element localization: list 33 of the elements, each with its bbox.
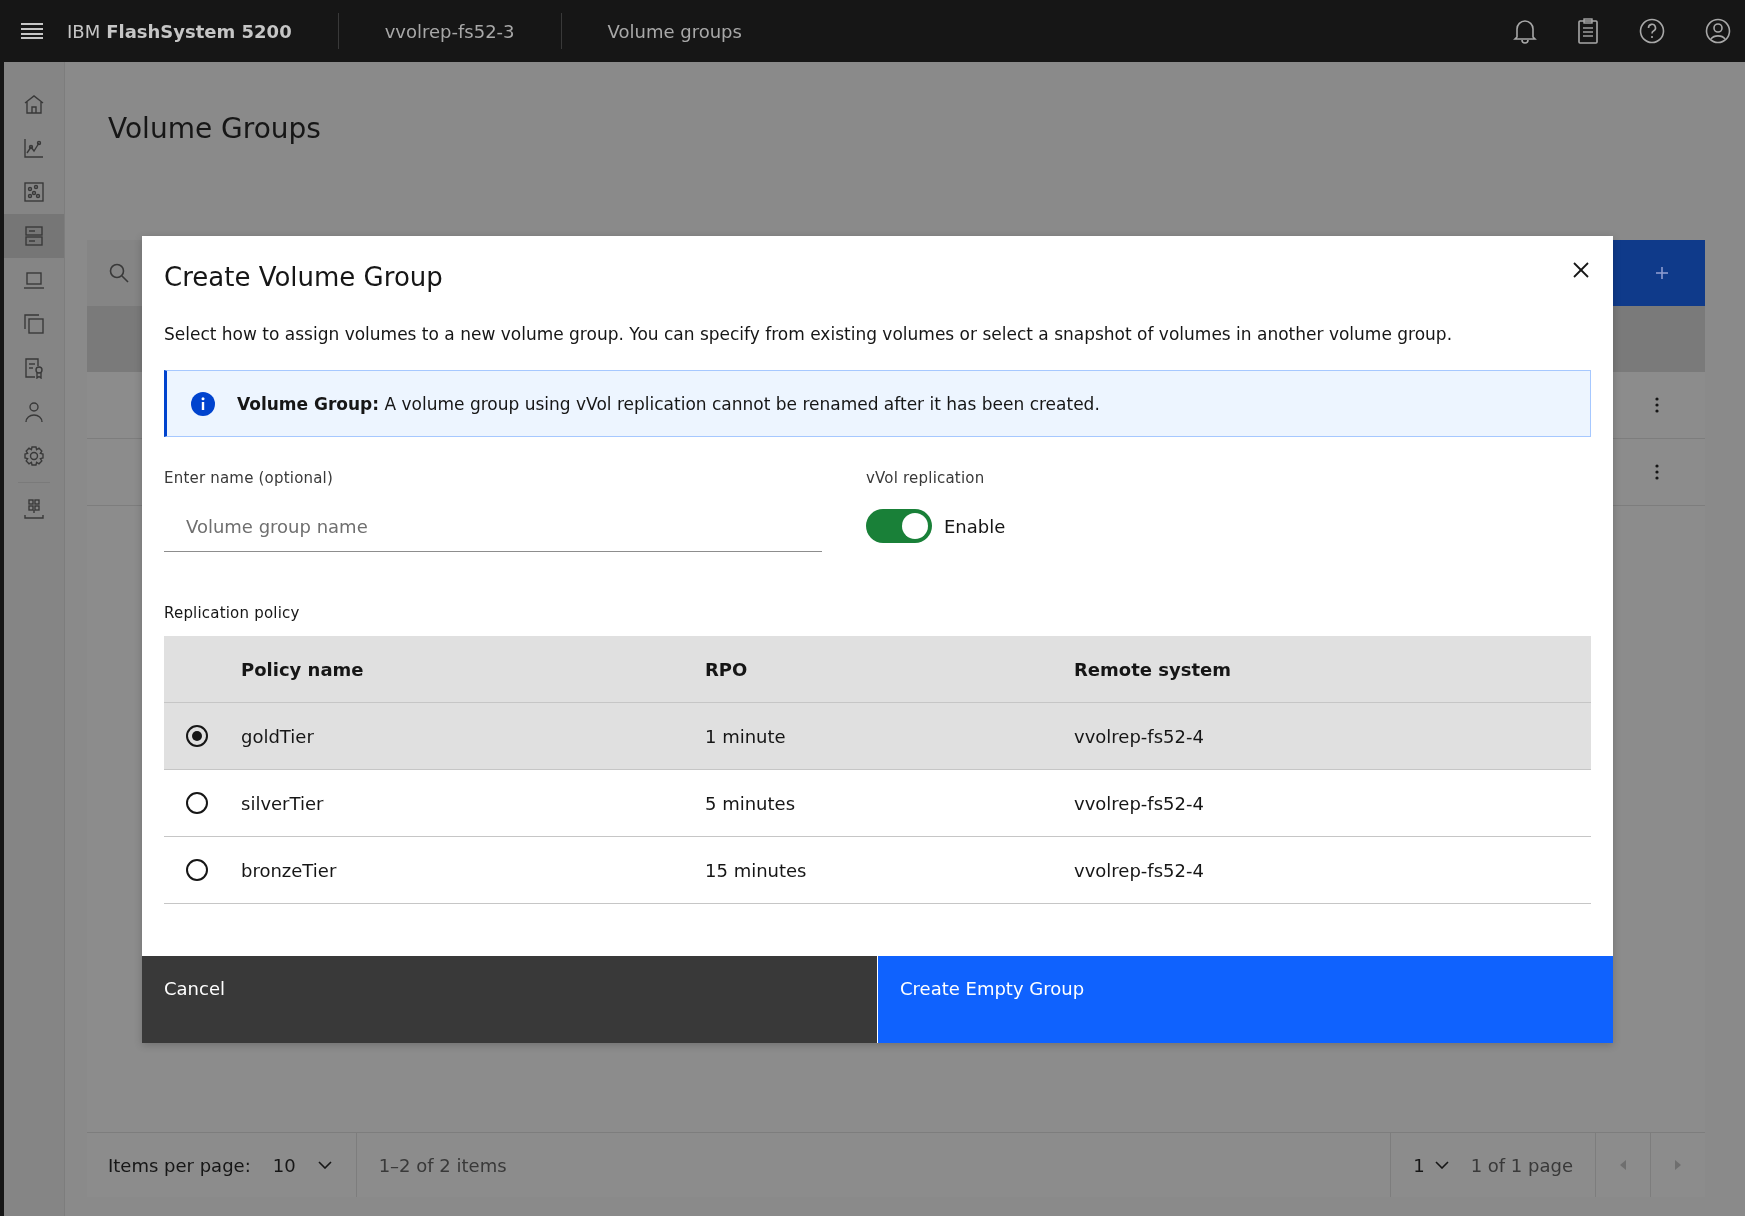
field-label: vVol replication — [866, 469, 986, 487]
table-row[interactable]: bronzeTier 15 minutes vvolrep-fs52-4 — [164, 837, 1591, 904]
page-name[interactable]: Volume groups — [561, 13, 788, 49]
page-select[interactable]: 1 — [1390, 1133, 1471, 1197]
table-cell-text: vvolrep-fs52-4 — [1073, 725, 1204, 747]
table-cell-text: vvolrep-fs52-4 — [1073, 792, 1204, 814]
page-range: 1 of 1 page — [1470, 1154, 1574, 1176]
column-header: RPO — [704, 658, 749, 680]
field-label: Enter name (optional) — [164, 469, 335, 487]
item-range: 1–2 of 2 items — [377, 1154, 507, 1176]
table-cell-text: 15 minutes — [704, 859, 808, 881]
page-title: Volume Groups — [108, 112, 322, 147]
column-header: Policy name — [240, 658, 365, 680]
section-label: Replication policy — [164, 604, 301, 622]
table-row[interactable]: goldTier 1 minute vvolrep-fs52-4 — [164, 703, 1591, 770]
create-button[interactable]: Create Empty Group — [877, 956, 1613, 1043]
table-cell-text: 5 minutes — [704, 792, 797, 814]
table-cell-text: bronzeTier — [240, 859, 338, 881]
notification-text: Volume Group: A volume group using vVol replication cannot be renamed after it has been created. — [237, 393, 1100, 414]
table-row[interactable]: silverTier 5 minutes vvolrep-fs52-4 — [164, 770, 1591, 837]
column-header: Remote system — [1073, 658, 1231, 680]
table-cell-text: goldTier — [240, 725, 315, 747]
toggle-label: Enable — [944, 515, 1006, 537]
product-name[interactable]: IBM FlashSystem 5200 — [67, 13, 339, 49]
cancel-button[interactable]: Cancel — [142, 956, 877, 1043]
table-cell-text: 1 minute — [704, 725, 787, 747]
items-per-page-label: Items per page: — [107, 1154, 251, 1176]
table-cell-text: silverTier — [240, 792, 325, 814]
dialog-description: Select how to assign volumes to a new volume group. You can specify from existing volumes or select a snapshot of volumes in another volume group. — [164, 323, 1454, 346]
table-cell-text: vvolrep-fs52-4 — [1073, 859, 1204, 881]
system-name[interactable]: vvolrep-fs52-3 — [338, 13, 562, 49]
items-per-page-select[interactable]: 10 — [250, 1133, 357, 1197]
dialog-title: Create Volume Group — [164, 262, 443, 292]
